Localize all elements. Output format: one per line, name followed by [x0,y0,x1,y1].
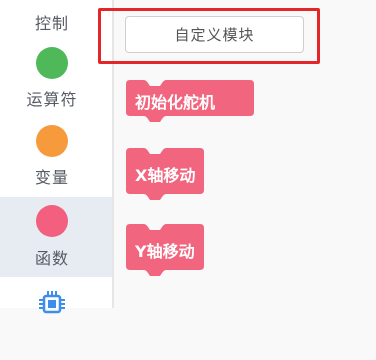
category-operators-label: 运算符 [26,90,78,109]
operators-color-dot [36,47,68,79]
block-x-move-label: X轴移动 [135,166,196,185]
category-control-label: 控制 [34,14,69,33]
category-functions-label: 函数 [34,249,69,268]
block-init-servo-label: 初始化舵机 [135,93,216,112]
functions-color-dot [36,205,68,237]
category-control[interactable]: 控制 [0,0,112,42]
category-variables-label: 变量 [34,168,69,187]
category-operators[interactable]: 运算符 [0,42,112,118]
category-sidebar: 控制 运算符 变量 函数 [0,0,112,314]
category-variables[interactable]: 变量 [0,120,112,196]
chip-icon [38,290,66,322]
highlight-annotation-box [98,8,320,64]
variables-color-dot [36,125,68,157]
category-functions[interactable]: 函数 [0,197,112,277]
block-y-move-label: Y轴移动 [135,242,195,261]
category-hardware[interactable] [0,284,112,360]
